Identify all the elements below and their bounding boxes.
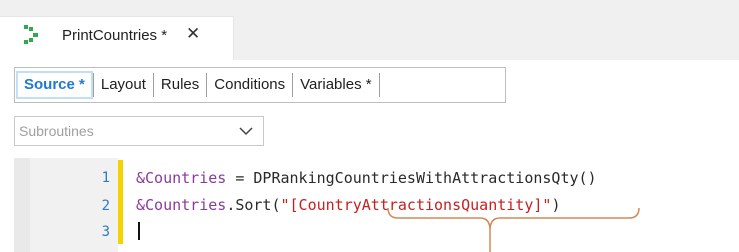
document-tab[interactable]: PrintCountries * ✕	[0, 16, 234, 60]
code-editor[interactable]: 1 2 3 &Countries = DPRankingCountriesWit…	[14, 158, 739, 252]
tab-layout[interactable]: Layout	[94, 73, 153, 97]
close-tab-button[interactable]: ✕	[186, 24, 200, 44]
tab-source[interactable]: Source *	[16, 71, 93, 99]
tab-separator	[378, 73, 380, 97]
document-tab-title: PrintCountries *	[62, 27, 168, 44]
tab-variables[interactable]: Variables *	[293, 73, 378, 97]
document-tab-strip: PrintCountries * ✕	[0, 0, 739, 60]
subroutines-dropdown-value: Subroutines	[19, 123, 94, 139]
tab-conditions[interactable]: Conditions	[207, 73, 292, 97]
tab-rules[interactable]: Rules	[154, 73, 206, 97]
curly-brace-annotation	[387, 207, 640, 252]
part-tabs: Source * Layout Rules Conditions Variabl…	[14, 67, 506, 103]
chevron-down-icon	[239, 127, 253, 136]
procedure-icon	[24, 25, 38, 44]
subroutines-dropdown[interactable]: Subroutines	[14, 116, 264, 146]
